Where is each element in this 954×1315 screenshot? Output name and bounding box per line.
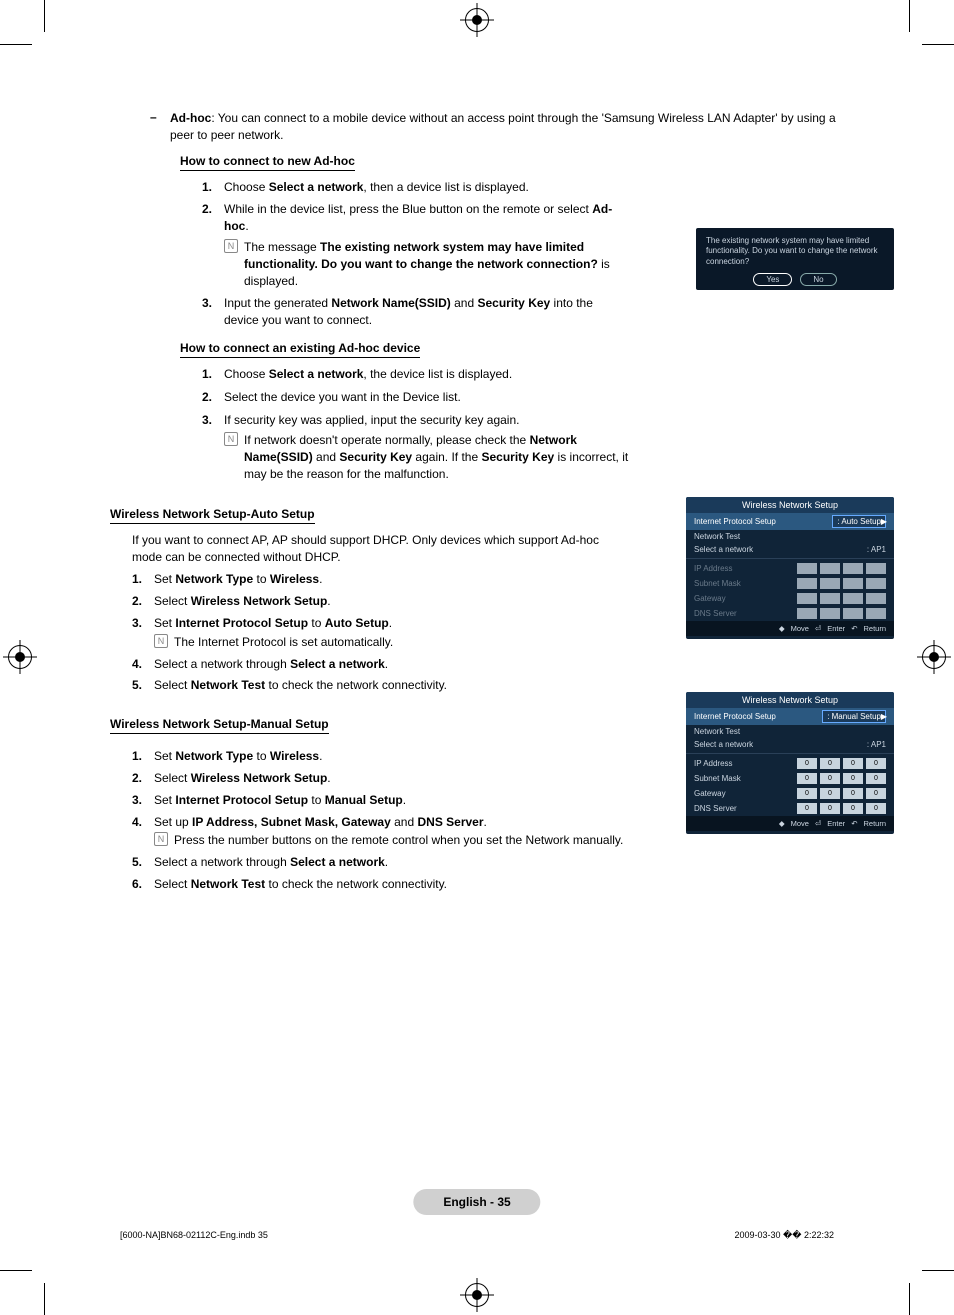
note-icon: N — [154, 634, 168, 648]
step-item: 2. Select the device you want in the Dev… — [202, 389, 844, 406]
file-name: [6000-NA]BN68-02112C-Eng.indb 35 — [120, 1230, 268, 1241]
heading-new-adhoc: How to connect to new Ad-hoc — [180, 154, 355, 171]
page-number: English - 35 — [413, 1189, 540, 1215]
return-icon: ↶ — [851, 624, 857, 633]
row-dns[interactable]: DNS Server0000 — [686, 801, 894, 816]
enter-icon: ⏎ — [815, 624, 821, 633]
dialog-message: The existing network system may have lim… — [706, 236, 884, 267]
row-network-test[interactable]: Network Test — [686, 530, 894, 543]
row-mask: Subnet Mask — [686, 576, 894, 591]
document-footer: [6000-NA]BN68-02112C-Eng.indb 35 2009-03… — [120, 1230, 834, 1241]
panel-footer: ◆Move⏎Enter↶Return — [686, 621, 894, 636]
step-item: 3. Input the generated Network Name(SSID… — [202, 295, 844, 329]
row-gateway: Gateway — [686, 591, 894, 606]
arrow-right-icon: ▶ — [881, 517, 887, 526]
heading-existing-adhoc: How to connect an existing Ad-hoc device — [180, 341, 420, 358]
row-network-test[interactable]: Network Test — [686, 725, 894, 738]
row-mask[interactable]: Subnet Mask0000 — [686, 771, 894, 786]
panel-title: Wireless Network Setup — [686, 497, 894, 513]
move-icon: ◆ — [779, 624, 785, 633]
step-item: 1. Choose Select a network, the device l… — [202, 366, 844, 383]
step-item: 4.Select a network through Select a netw… — [132, 656, 844, 673]
row-ip[interactable]: IP Address0000 — [686, 756, 894, 771]
panel-title: Wireless Network Setup — [686, 692, 894, 708]
row-internet-protocol[interactable]: Internet Protocol Setup: Manual Setup▶ — [686, 708, 894, 725]
tv-panel-auto: Wireless Network Setup Internet Protocol… — [686, 497, 894, 639]
registration-mark-icon — [465, 1283, 489, 1307]
step-item: 1. Choose Select a network, then a devic… — [202, 179, 844, 196]
step-item: 6.Select Network Test to check the netwo… — [132, 876, 844, 893]
arrow-right-icon: ▶ — [881, 712, 887, 721]
enter-icon: ⏎ — [815, 819, 821, 828]
yes-button[interactable]: Yes — [753, 273, 792, 286]
no-button[interactable]: No — [800, 273, 836, 286]
note-icon: N — [224, 432, 238, 446]
heading-auto-setup: Wireless Network Setup-Auto Setup — [110, 507, 315, 524]
note-icon: N — [154, 832, 168, 846]
note-icon: N — [224, 239, 238, 253]
step-item: 5.Select a network through Select a netw… — [132, 854, 844, 871]
row-dns: DNS Server — [686, 606, 894, 621]
registration-mark-icon — [8, 645, 32, 669]
row-gateway[interactable]: Gateway0000 — [686, 786, 894, 801]
adhoc-intro: – Ad-hoc: You can connect to a mobile de… — [150, 110, 844, 144]
step-item: 3. If security key was applied, input th… — [202, 412, 844, 483]
return-icon: ↶ — [851, 819, 857, 828]
row-select-network[interactable]: Select a network: AP1 — [686, 543, 894, 556]
registration-mark-icon — [922, 645, 946, 669]
row-ip: IP Address — [686, 561, 894, 576]
registration-mark-icon — [465, 8, 489, 32]
tv-dialog-adhoc: The existing network system may have lim… — [696, 228, 894, 290]
timestamp: 2009-03-30 �� 2:22:32 — [734, 1230, 834, 1241]
row-internet-protocol[interactable]: Internet Protocol Setup: Auto Setup▶ — [686, 513, 894, 530]
panel-footer: ◆Move⏎Enter↶Return — [686, 816, 894, 831]
heading-manual-setup: Wireless Network Setup-Manual Setup — [110, 717, 329, 734]
row-select-network[interactable]: Select a network: AP1 — [686, 738, 894, 751]
tv-panel-manual: Wireless Network Setup Internet Protocol… — [686, 692, 894, 834]
move-icon: ◆ — [779, 819, 785, 828]
